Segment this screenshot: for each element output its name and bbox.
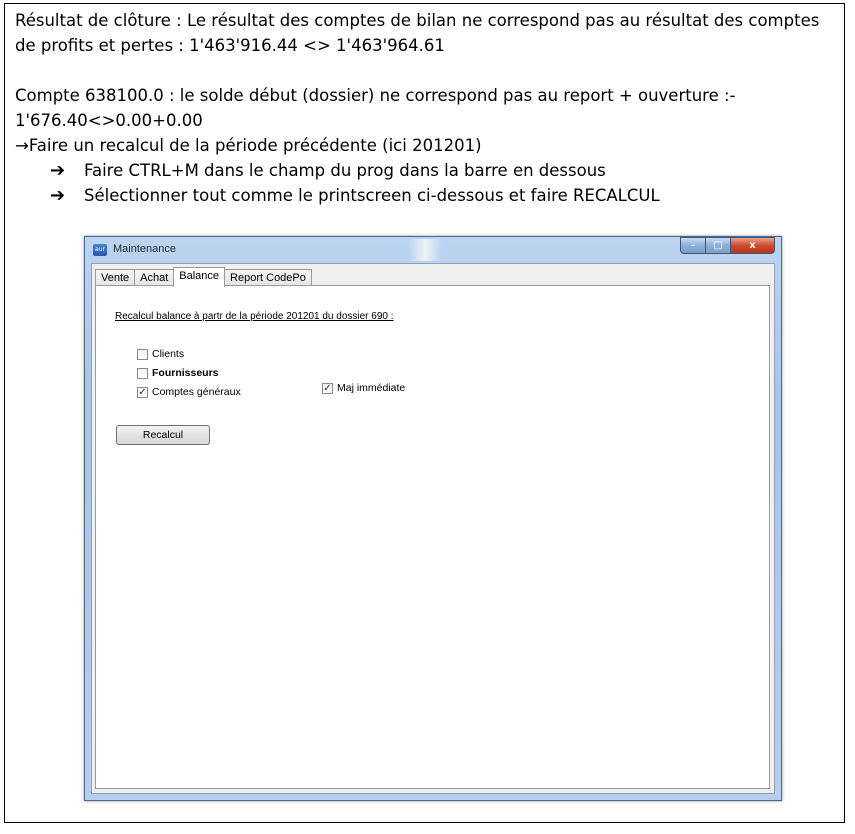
document-text: Résultat de clôture : Le résultat des co…	[15, 8, 840, 208]
fournisseurs-option[interactable]: Fournisseurs	[137, 367, 219, 379]
doc-line-5: →Faire un recalcul de la période précéde…	[15, 133, 840, 158]
app-icon: aur	[93, 244, 107, 256]
doc-line-1: Résultat de clôture : Le résultat des co…	[15, 11, 820, 30]
maximize-button[interactable]: □	[706, 237, 731, 254]
doc-line-4: 1'676.40<>0.00+0.00	[15, 111, 203, 130]
window-controls: – □ x	[680, 237, 775, 255]
bullet-arrow-icon: ➔	[50, 185, 66, 206]
tab-balance[interactable]: Balance	[173, 267, 226, 287]
maj-immediate-option[interactable]: ✓ Maj immédiate	[322, 382, 405, 394]
clients-label: Clients	[152, 348, 185, 360]
bullet-arrow-icon: ➔	[50, 160, 66, 181]
clients-option[interactable]: Clients	[137, 348, 184, 360]
recalcul-heading: Recalcul balance à partr de la période 2…	[115, 311, 394, 322]
bullet-item-1: ➔ Faire CTRL+M dans le champ du prog dan…	[15, 158, 840, 183]
fournisseurs-label: Fournisseurs	[152, 367, 219, 379]
window-title: Maintenance	[113, 243, 176, 255]
maj-immediate-label: Maj immédiate	[337, 382, 406, 394]
minimize-button[interactable]: –	[680, 237, 706, 254]
doc-line-5-text: Faire un recalcul de la période précéden…	[28, 136, 482, 155]
close-button[interactable]: x	[731, 237, 775, 254]
comptes-generaux-option[interactable]: ✓ Comptes généraux	[137, 386, 241, 398]
window-titlebar[interactable]: aur Maintenance – □ x	[85, 237, 781, 263]
fournisseurs-checkbox[interactable]	[137, 367, 148, 379]
bullet-item-2: ➔ Sélectionner tout comme le printscreen…	[15, 183, 840, 208]
tab-strip: Vente Achat Balance Report CodePo	[95, 267, 312, 287]
doc-line-2: de profits et pertes : 1'463'916.44 <> 1…	[15, 36, 445, 55]
titlebar-glint	[408, 239, 442, 261]
bullet-2-text: Sélectionner tout comme le printscreen c…	[84, 186, 660, 205]
doc-line-3: Compte 638100.0 : le solde début (dossie…	[15, 86, 736, 105]
right-arrow-icon: →	[15, 136, 29, 155]
bullet-1-text: Faire CTRL+M dans le champ du prog dans …	[84, 161, 606, 180]
window-client-area: Vente Achat Balance Report CodePo Recalc…	[91, 263, 775, 794]
recalcul-button[interactable]: Recalcul	[116, 425, 210, 445]
balance-panel: Recalcul balance à partr de la période 2…	[95, 285, 770, 789]
maj-immediate-checkbox[interactable]: ✓	[322, 382, 333, 394]
clients-checkbox[interactable]	[137, 348, 148, 360]
maintenance-window: aur Maintenance – □ x Vente Achat Balanc…	[84, 236, 782, 801]
comptes-generaux-checkbox[interactable]: ✓	[137, 386, 148, 398]
comptes-generaux-label: Comptes généraux	[152, 386, 241, 398]
